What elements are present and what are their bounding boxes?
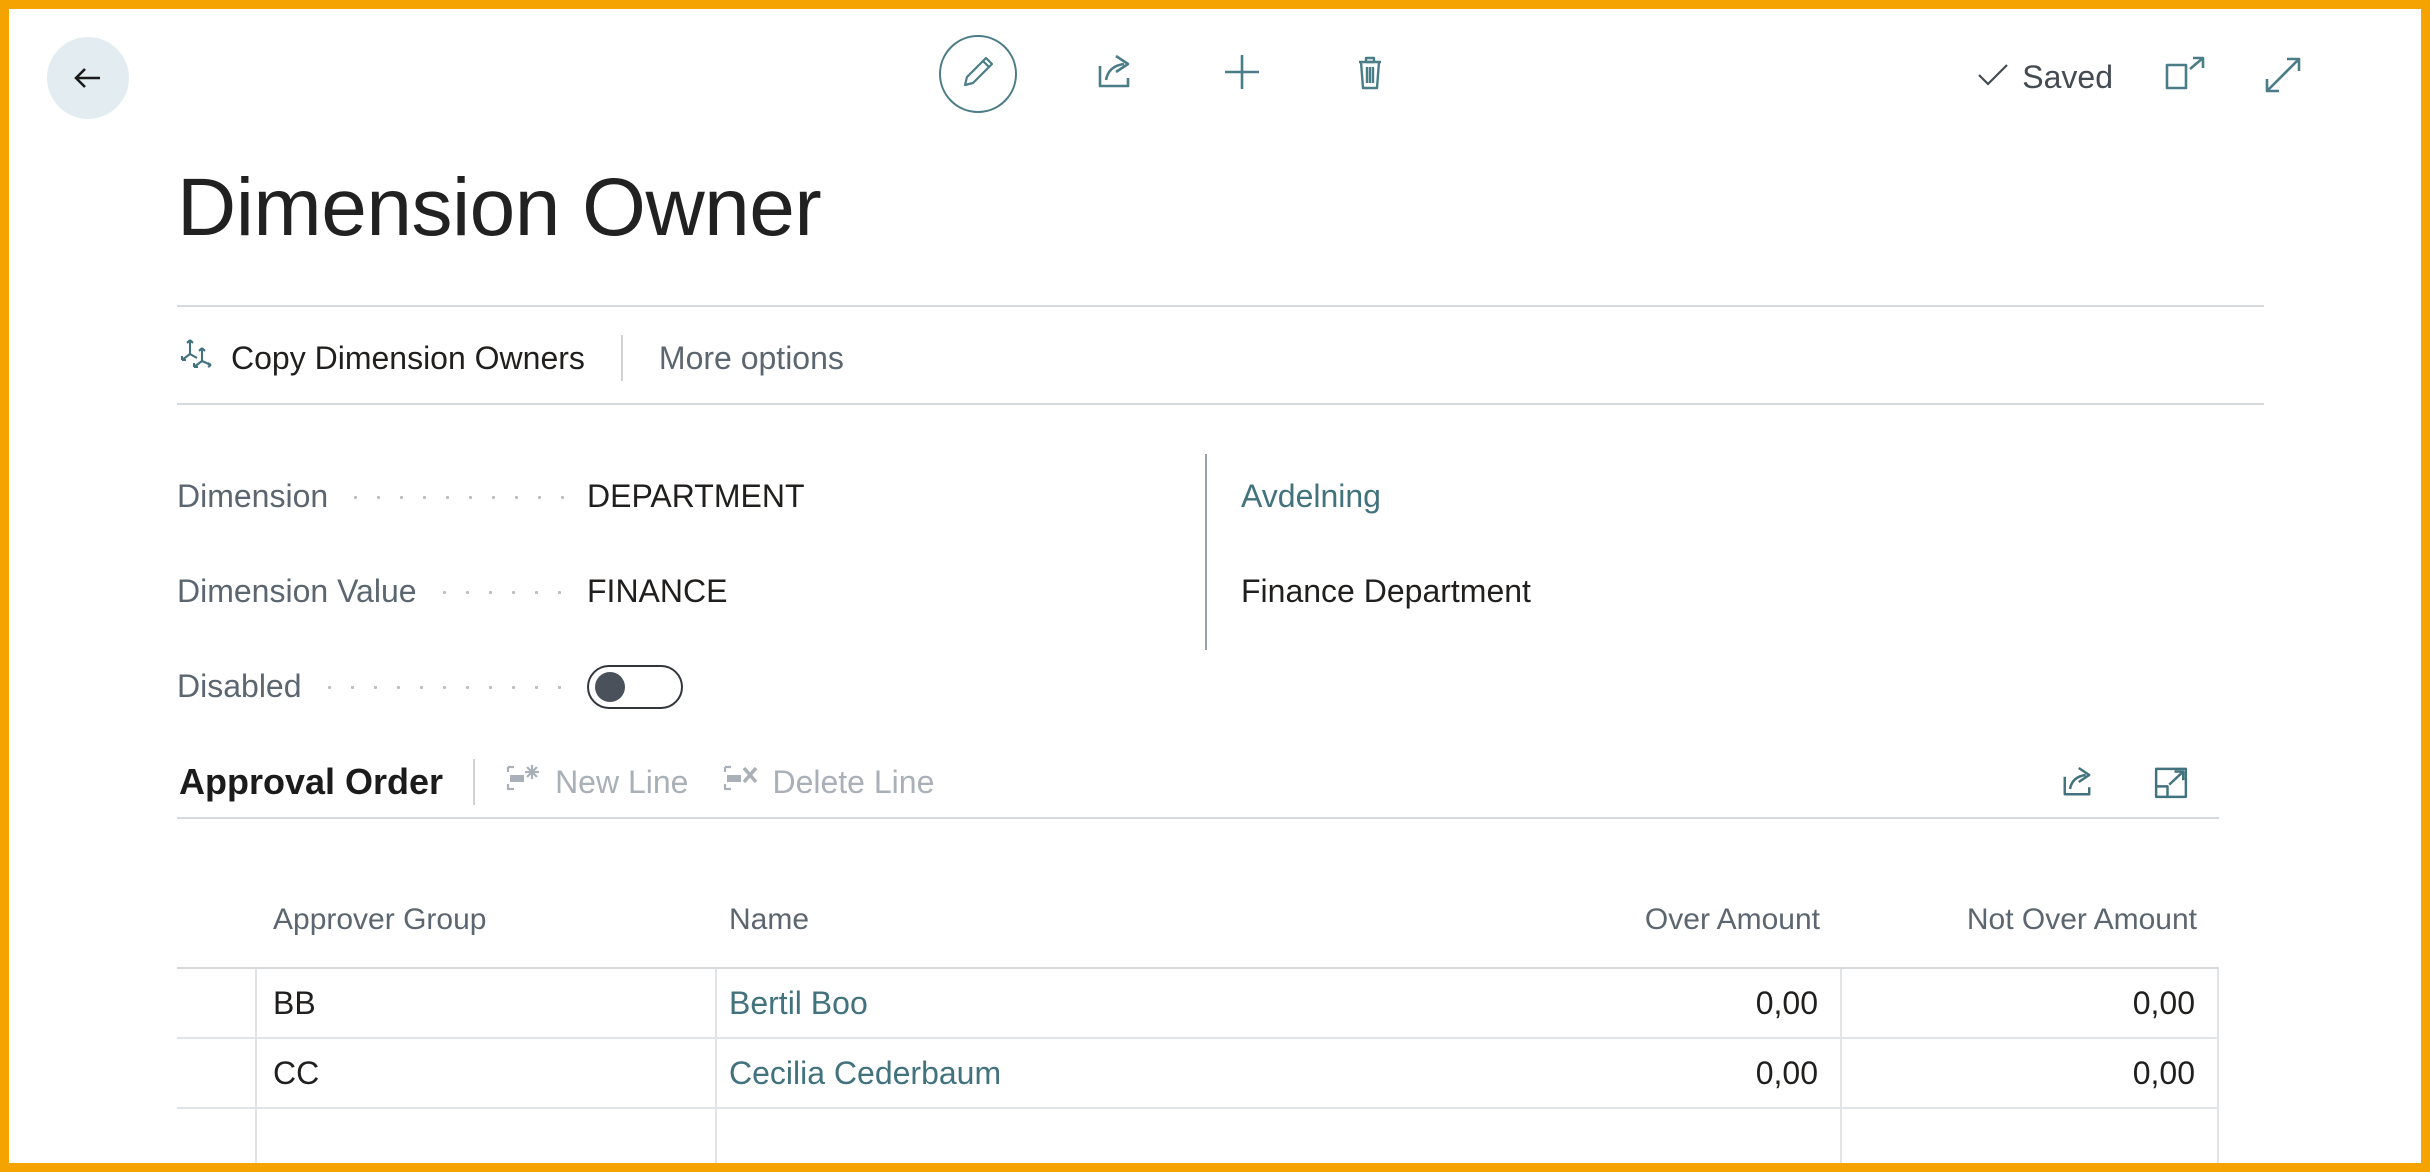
- action-separator: [621, 335, 623, 381]
- grid-header-over-amount[interactable]: Over Amount: [1472, 899, 1842, 937]
- cell-over-amount[interactable]: [1472, 1109, 1842, 1172]
- field-dimension-value-value[interactable]: FINANCE: [587, 573, 1057, 610]
- field-dimension-label: Dimension: [177, 478, 328, 515]
- disabled-toggle[interactable]: [587, 665, 683, 709]
- cell-over-amount[interactable]: 0,00: [1472, 969, 1842, 1037]
- more-options-button[interactable]: More options: [659, 340, 844, 377]
- arrow-left-icon: [66, 56, 110, 100]
- field-dimension: Dimension DEPARTMENT: [177, 449, 1057, 544]
- cell-approver-group[interactable]: [257, 1109, 607, 1172]
- dimension-value-caption: Finance Department: [1241, 573, 1531, 610]
- row-selector[interactable]: [177, 1039, 257, 1107]
- approval-section-icons: [2055, 761, 2193, 808]
- dimension-value-caption-row: Finance Department: [1241, 544, 2241, 639]
- dotted-leader: [318, 671, 571, 703]
- new-line-button[interactable]: New Line: [505, 762, 688, 802]
- open-in-new-window-button[interactable]: [2159, 51, 2211, 103]
- cell-not-over-amount[interactable]: [1842, 1109, 2219, 1172]
- cell-approver-group[interactable]: CC: [257, 1039, 607, 1107]
- field-dimension-value: Dimension Value FINANCE: [177, 544, 1057, 639]
- grid-header-approver-group[interactable]: Approver Group: [257, 899, 607, 937]
- approval-order-title: Approval Order: [179, 761, 443, 803]
- new-line-label: New Line: [555, 764, 688, 801]
- copy-dimension-owners-label: Copy Dimension Owners: [231, 340, 585, 377]
- status-label: Saved: [2022, 59, 2113, 96]
- new-button[interactable]: [1211, 43, 1273, 105]
- field-dimension-value-label: Dimension Value: [177, 573, 417, 610]
- divider-above-actionbar: [177, 305, 2264, 307]
- divider-below-approval-header: [177, 817, 2219, 819]
- plus-icon: [1217, 47, 1267, 102]
- cell-over-amount[interactable]: 0,00: [1472, 1039, 1842, 1107]
- toggle-knob: [595, 672, 625, 702]
- open-in-new-window-icon: [2162, 55, 2208, 100]
- column-divider: [1205, 454, 1207, 650]
- approval-separator: [473, 759, 475, 805]
- cell-name-link[interactable]: Bertil Boo: [729, 985, 868, 1022]
- row-selector[interactable]: [177, 1109, 257, 1172]
- center-tool-group: [939, 35, 1401, 113]
- grid-header-row: Approver Group Name Over Amount Not Over…: [177, 899, 2219, 967]
- application-window: Saved: [0, 0, 2430, 1172]
- cell-not-over-amount[interactable]: 0,00: [1842, 1039, 2219, 1107]
- dimension-caption-row: Avdelning: [1241, 449, 2241, 544]
- copy-dimension-owners-icon: [177, 334, 217, 382]
- share-icon: [1090, 48, 1138, 101]
- open-in-excel-icon: [2149, 761, 2193, 808]
- dotted-leader: [433, 576, 571, 608]
- cell-name[interactable]: [717, 1109, 1472, 1172]
- cell-name[interactable]: Bertil Boo: [717, 969, 1472, 1037]
- cell-spacer: [607, 1039, 717, 1107]
- cell-spacer: [607, 1109, 717, 1172]
- field-disabled-label: Disabled: [177, 668, 302, 705]
- full-screen-button[interactable]: [2257, 51, 2309, 103]
- row-selector[interactable]: [177, 969, 257, 1037]
- right-tool-group: Saved: [1976, 51, 2309, 103]
- back-button[interactable]: [47, 37, 129, 119]
- cell-name[interactable]: Cecilia Cederbaum: [717, 1039, 1472, 1107]
- top-command-bar: Saved: [9, 9, 2421, 149]
- share-lines-button[interactable]: [2055, 761, 2099, 808]
- form-right-column: Avdelning Finance Department: [1241, 449, 2241, 639]
- cell-approver-group[interactable]: BB: [257, 969, 607, 1037]
- grid-header-selector: [177, 899, 257, 903]
- divider-below-actionbar: [177, 403, 2264, 405]
- checkmark-icon: [1976, 59, 2010, 96]
- full-screen-icon: [2261, 53, 2305, 102]
- cell-not-over-amount[interactable]: 0,00: [1842, 969, 2219, 1037]
- share-icon: [2055, 761, 2099, 808]
- field-disabled: Disabled: [177, 639, 1057, 734]
- field-dimension-value[interactable]: DEPARTMENT: [587, 478, 1057, 515]
- action-bar: Copy Dimension Owners More options: [177, 327, 844, 389]
- trash-icon: [1348, 50, 1392, 99]
- grid-body: BB Bertil Boo 0,00 0,00 CC Cecilia Ceder…: [177, 967, 2219, 1172]
- toggle-wrapper: [587, 665, 1057, 709]
- new-line-icon: [505, 762, 543, 802]
- delete-line-button[interactable]: Delete Line: [722, 762, 934, 802]
- approval-order-header: Approval Order New Line Delete Line: [179, 751, 968, 813]
- dimension-caption-link[interactable]: Avdelning: [1241, 478, 1381, 515]
- table-row[interactable]: [177, 1109, 2219, 1172]
- approval-order-grid: Approver Group Name Over Amount Not Over…: [177, 899, 2219, 1172]
- copy-dimension-owners-button[interactable]: Copy Dimension Owners: [177, 334, 585, 382]
- page-title: Dimension Owner: [177, 161, 821, 255]
- pencil-icon: [957, 51, 999, 98]
- edit-button[interactable]: [939, 35, 1017, 113]
- table-row[interactable]: CC Cecilia Cederbaum 0,00 0,00: [177, 1039, 2219, 1109]
- delete-line-label: Delete Line: [772, 764, 934, 801]
- delete-button[interactable]: [1339, 43, 1401, 105]
- form-left-column: Dimension DEPARTMENT Dimension Value FIN…: [177, 449, 1057, 734]
- cell-spacer: [607, 969, 717, 1037]
- dotted-leader: [344, 481, 571, 513]
- grid-header-name[interactable]: Name: [717, 899, 1472, 937]
- grid-header-not-over-amount[interactable]: Not Over Amount: [1842, 899, 2219, 937]
- grid-header-spacer: [607, 899, 717, 903]
- delete-line-icon: [722, 762, 760, 802]
- cell-name-link[interactable]: Cecilia Cederbaum: [729, 1055, 1001, 1092]
- share-button[interactable]: [1083, 43, 1145, 105]
- open-in-excel-button[interactable]: [2149, 761, 2193, 808]
- status-badge: Saved: [1976, 59, 2113, 96]
- table-row[interactable]: BB Bertil Boo 0,00 0,00: [177, 969, 2219, 1039]
